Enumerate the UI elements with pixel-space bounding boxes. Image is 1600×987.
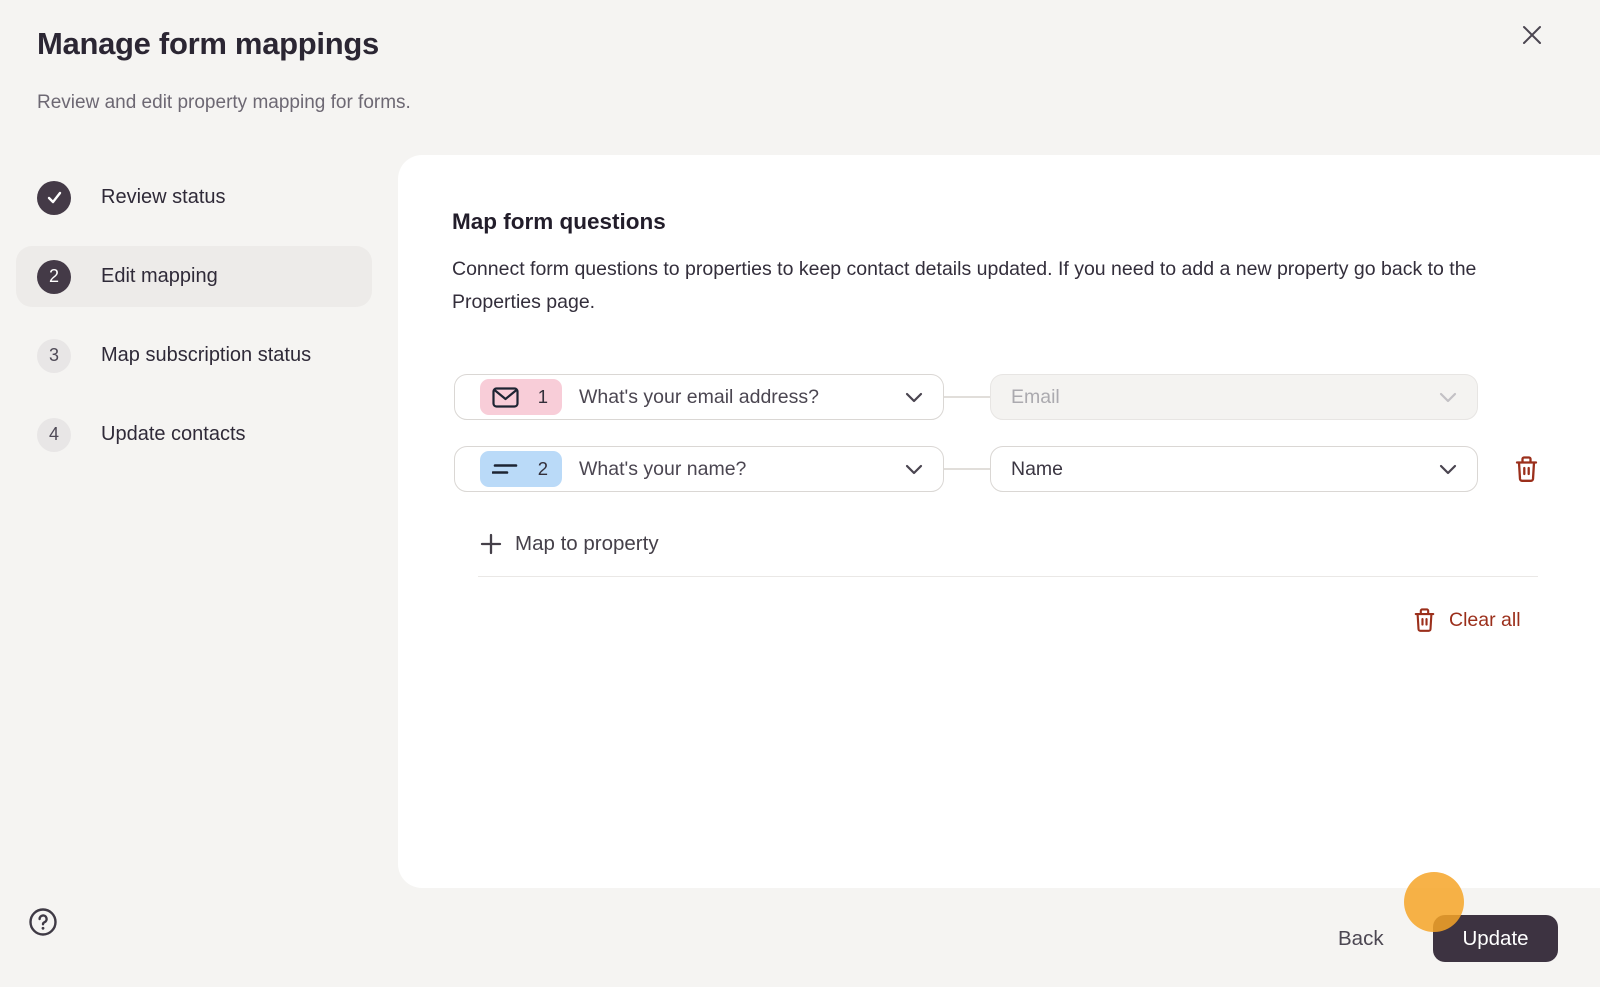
mapping-connector-line [944,396,990,398]
step-label: Update contacts [101,423,246,445]
property-select-name[interactable]: Name [990,446,1478,492]
page-title: Manage form mappings [37,26,379,61]
clear-all-button[interactable]: Clear all [1413,605,1521,635]
question-type-badge: 2 [480,451,562,487]
step-label: Edit mapping [101,265,218,287]
section-heading: Map form questions [452,209,666,234]
help-button[interactable] [27,906,59,938]
trash-icon [1413,607,1436,633]
update-button[interactable]: Update [1433,915,1558,962]
chevron-down-icon [905,392,923,403]
back-button[interactable]: Back [1310,915,1412,962]
chevron-down-icon [1439,392,1457,403]
content-panel: Map form questions Connect form question… [398,155,1600,888]
add-mapping-button[interactable]: Map to property [480,529,659,559]
property-value: Name [1011,457,1064,480]
section-divider [478,576,1538,577]
clear-all-label: Clear all [1449,608,1521,631]
section-description: Connect form questions to properties to … [452,258,1477,313]
close-icon [1520,23,1544,47]
question-label: What's your name? [579,457,747,480]
step-sidebar: Review status 2 Edit mapping 3 Map subsc… [16,167,372,483]
step-update-contacts[interactable]: 4 Update contacts [16,404,372,465]
step-map-subscription-status[interactable]: 3 Map subscription status [16,325,372,386]
question-order: 2 [537,458,548,479]
mapping-row: 1 What's your email address? Email [454,374,1478,420]
question-order: 1 [537,386,548,407]
step-number-circle: 3 [37,338,71,373]
question-label: What's your email address? [579,385,819,408]
step-edit-mapping[interactable]: 2 Edit mapping [16,246,372,307]
property-value: Email [1011,385,1060,408]
chevron-down-icon [1439,464,1457,475]
checkmark-icon [46,189,63,206]
step-number-circle: 2 [37,259,71,294]
question-mark-icon [27,906,59,938]
step-number-circle: 4 [37,417,71,452]
step-label: Review status [101,186,226,208]
page-subtitle: Review and edit property mapping for for… [37,92,411,113]
close-button[interactable] [1512,15,1552,55]
remove-mapping-button[interactable] [1514,455,1540,483]
question-select-email[interactable]: 1 What's your email address? [454,374,944,420]
question-select-name[interactable]: 2 What's your name? [454,446,944,492]
mapping-row: 2 What's your name? Name [454,446,1540,492]
property-select-email: Email [990,374,1478,420]
plus-icon [480,533,502,555]
short-text-icon [492,461,518,477]
step-done-circle [37,180,71,215]
add-mapping-label: Map to property [515,532,659,555]
mapping-connector-line [944,468,990,470]
step-review-status[interactable]: Review status [16,167,372,228]
email-icon [492,386,519,408]
trash-icon [1514,455,1539,483]
question-type-badge: 1 [480,379,562,415]
step-label: Map subscription status [101,344,312,366]
chevron-down-icon [905,464,923,475]
